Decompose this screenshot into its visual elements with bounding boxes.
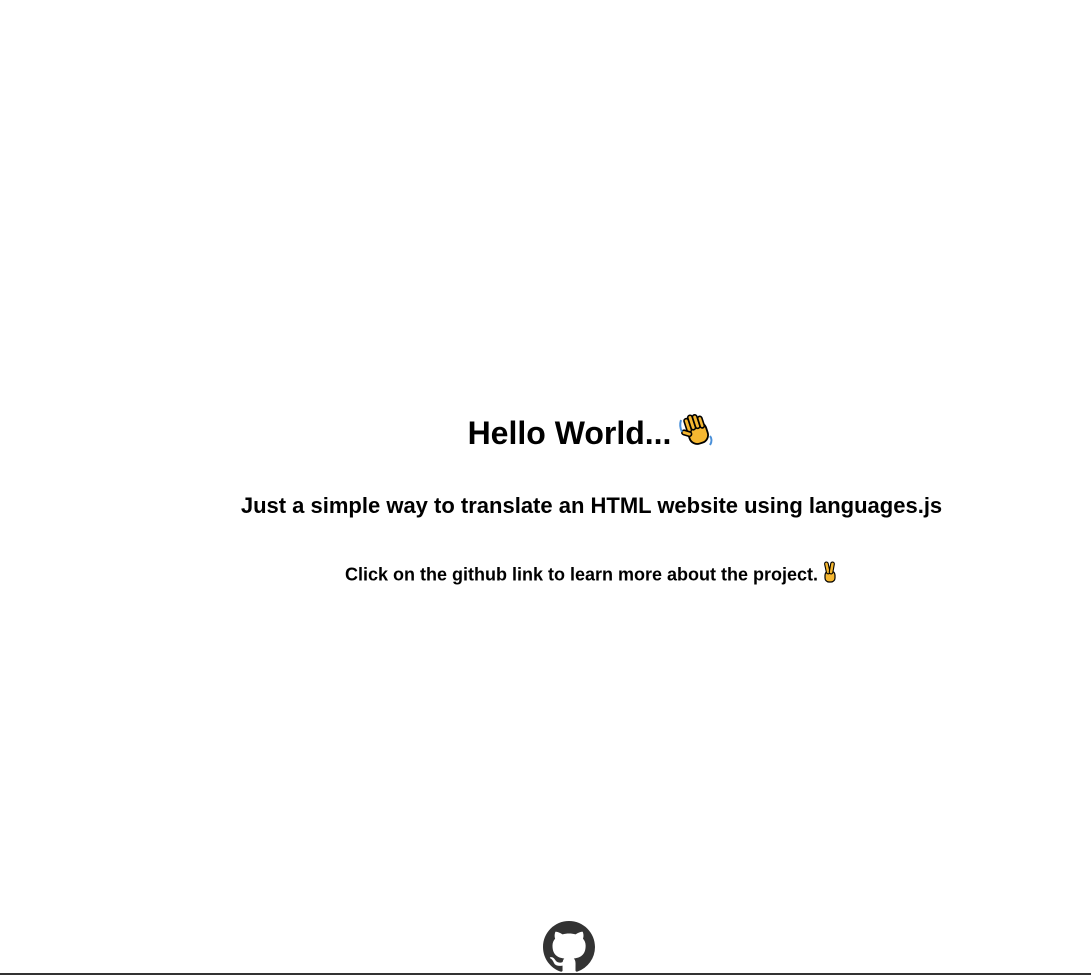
page-subtitle: Just a simple way to translate an HTML w… [240, 493, 943, 518]
footer [0, 918, 1091, 976]
footer-divider [0, 973, 1091, 975]
page-title-text: Hello World... [467, 415, 672, 451]
waving-hand-icon [677, 410, 715, 461]
victory-hand-icon [822, 561, 838, 590]
page-title: Hello World... [0, 409, 1091, 461]
page: Hello World... Just a simple way to tran… [0, 0, 1091, 977]
github-hint: Click on the github link to learn more a… [0, 561, 1091, 590]
github-link[interactable] [543, 921, 595, 973]
github-hint-text: Click on the github link to learn more a… [344, 564, 819, 585]
